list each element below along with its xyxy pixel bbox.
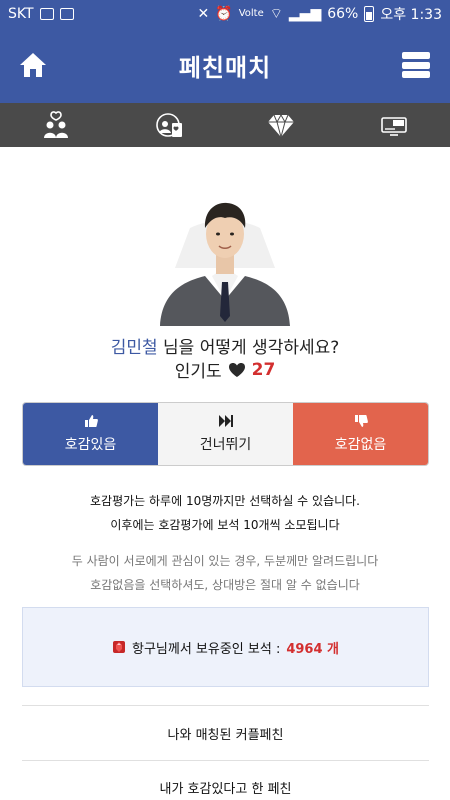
heart-icon [228,362,245,377]
jewel-icon [112,641,125,653]
jewel-balance-box: 항구님께서 보유중인 보석 : 4964 개 [22,607,429,687]
volte-label: Volte [238,8,264,19]
thumbs-down-icon [354,415,368,427]
profile-avatar [150,188,300,326]
jewel-count: 4964 개 [286,641,339,657]
battery-percent: 66% [327,6,359,22]
divider [22,760,429,761]
app-title: 페친매치 [178,54,272,82]
diamond-icon [268,113,295,138]
notice-mutual-interest: 두 사람이 서로에게 관심이 있는 경우, 두분께만 알려드립니다 [71,554,379,568]
tab-bar [0,103,450,147]
carrier-label: SKT [8,6,34,22]
tab-match[interactable] [113,103,226,147]
tab-vip[interactable] [338,103,450,147]
divider [22,705,429,706]
notice-dislike-private: 호감없음을 선택하셔도, 상대방은 절대 알 수 없습니다 [90,578,360,592]
dislike-button[interactable]: 호감없음 [293,403,428,465]
menu-icon-bar [402,61,430,69]
skip-button[interactable]: 건너뛰기 [158,403,293,465]
like-button[interactable]: 호감있음 [23,403,158,465]
mail-notification-icon [59,8,74,20]
wifi-icon: ⌔ [269,6,283,22]
tab-couple[interactable] [0,103,113,147]
app-header: 페친매치 [0,28,450,103]
clock: 오후 1:33 [380,7,442,23]
status-bar: SKT ✕ ⏰ Volte ⌔ ▂▄▆ 66% 오후 1:33 [0,0,450,28]
signal-icon: ▂▄▆ [288,6,322,22]
match-icon [155,113,182,137]
popularity-count: 27 [251,359,276,380]
home-icon [20,53,46,77]
notice-jewel-cost: 이후에는 호감평가에 보석 10개씩 소모됩니다 [110,518,340,532]
profile-question: 김민철 님을 어떻게 생각하세요? [0,333,450,358]
notice-daily-limit: 호감평가는 하루에 10명까지만 선택하실 수 있습니다. [90,494,360,508]
popularity-row: 인기도 27 [0,357,450,383]
thumbs-up-icon [84,415,98,427]
matched-couples-link[interactable]: 나와 매칭된 커플페친 [22,724,429,743]
couple-icon [44,111,69,138]
profile-name[interactable]: 김민철 [111,338,158,358]
menu-icon-bar [402,52,430,59]
alarm-icon: ⏰ [215,6,233,22]
popularity-label: 인기도 [174,362,222,382]
skip-icon [218,415,233,427]
gallery-notification-icon [39,8,54,20]
menu-button[interactable] [402,52,430,78]
home-button[interactable] [18,50,48,80]
dislike-label: 호감없음 [334,437,387,453]
skip-label: 건너뛰기 [199,437,252,453]
profile-photo[interactable] [150,188,300,326]
question-text: 님을 어떻게 생각하세요? [157,338,340,358]
battery-icon [364,6,375,22]
rating-buttons: 호감있음 건너뛰기 호감없음 [22,402,429,466]
menu-icon-bar [402,71,430,78]
tab-diamond[interactable] [225,103,338,147]
like-label: 호감있음 [64,437,117,453]
mute-icon: ✕ [197,6,210,22]
vip-icon [380,117,407,136]
liked-friends-link[interactable]: 내가 호감있다고 한 페친 [22,778,429,797]
jewel-label: 항구님께서 보유중인 보석 : [131,641,281,657]
